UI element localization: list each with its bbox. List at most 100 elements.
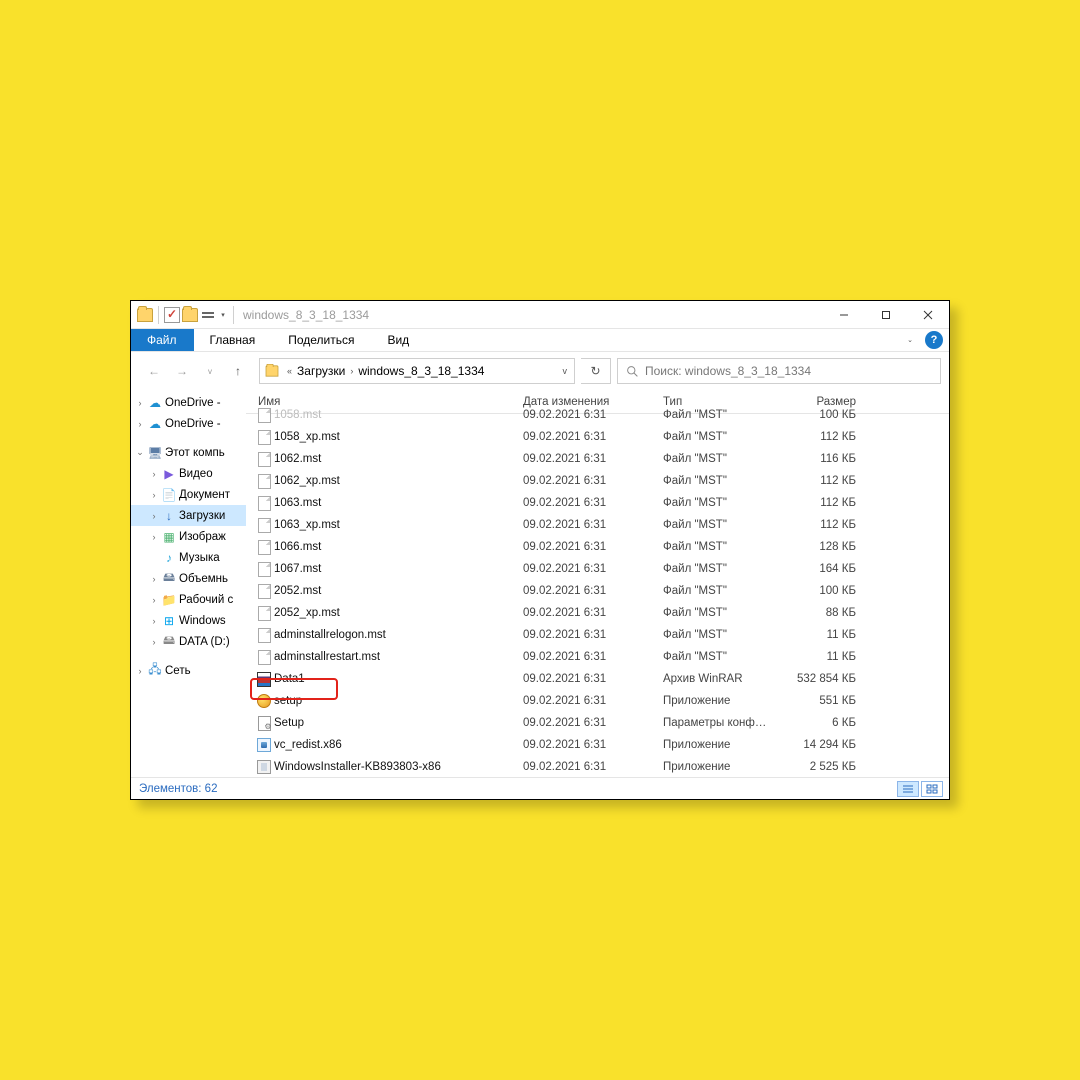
file-row[interactable]: 1062_xp.mst 09.02.2021 6:31 Файл "MST" 1… [246,470,949,492]
file-row[interactable]: 1066.mst 09.02.2021 6:31 Файл "MST" 128 … [246,536,949,558]
file-size: 2 525 КБ [771,761,856,773]
file-date: 09.02.2021 6:31 [511,739,651,751]
file-row[interactable]: 2052_xp.mst 09.02.2021 6:31 Файл "MST" 8… [246,602,949,624]
file-type: Файл "MST" [651,629,771,641]
expand-icon[interactable]: › [149,637,159,647]
tree-item[interactable]: › 📁 Рабочий с [131,589,246,610]
item-count: Элементов: 62 [139,783,217,795]
file-icon [254,694,274,708]
tree-item[interactable]: › 🖴 Объемнь [131,568,246,589]
file-date: 09.02.2021 6:31 [511,541,651,553]
expand-icon[interactable]: › [149,490,159,500]
expand-icon[interactable]: ⌄ [135,447,145,458]
file-type: Файл "MST" [651,541,771,553]
win-icon: ⊞ [161,613,177,629]
tree-item[interactable]: › ↓ Загрузки [131,505,246,526]
tree-item[interactable]: › 🖧 Сеть [131,660,246,681]
expand-icon[interactable]: › [135,398,145,408]
maximize-button[interactable] [865,301,907,328]
file-icon [254,738,274,752]
tree-item[interactable]: › 🖴 DATA (D:) [131,631,246,652]
search-placeholder: Поиск: windows_8_3_18_1334 [645,364,811,378]
file-size: 88 КБ [771,607,856,619]
file-row[interactable]: 1058.mst 09.02.2021 6:31 Файл "MST" 100 … [246,404,949,426]
file-size: 100 КБ [771,585,856,597]
file-row[interactable]: vc_redist.x86 09.02.2021 6:31 Приложение… [246,734,949,756]
file-row[interactable]: 1067.mst 09.02.2021 6:31 Файл "MST" 164 … [246,558,949,580]
tree-item[interactable]: › ▶ Видео [131,463,246,484]
file-row[interactable]: 1063.mst 09.02.2021 6:31 Файл "MST" 112 … [246,492,949,514]
tab-home[interactable]: Главная [194,329,273,351]
tab-share[interactable]: Поделиться [272,329,371,351]
file-icon [254,628,274,643]
file-type: Файл "MST" [651,475,771,487]
minimize-button[interactable] [823,301,865,328]
customize-icon[interactable] [200,308,216,322]
file-name: 1063_xp.mst [274,519,511,531]
expand-icon[interactable]: › [135,419,145,429]
breadcrumb-seg[interactable]: windows_8_3_18_1334 [356,364,486,378]
search-input[interactable]: Поиск: windows_8_3_18_1334 [617,358,941,384]
expand-icon[interactable]: › [149,595,159,605]
ribbon-collapse-icon[interactable]: ⌄ [905,336,915,344]
refresh-button[interactable]: ↻ [581,358,611,384]
file-row[interactable]: 1063_xp.mst 09.02.2021 6:31 Файл "MST" 1… [246,514,949,536]
tree-item[interactable]: › ☁ OneDrive - [131,413,246,434]
tab-view[interactable]: Вид [371,329,426,351]
file-type: Файл "MST" [651,563,771,575]
file-row[interactable]: setup 09.02.2021 6:31 Приложение 551 КБ [246,690,949,712]
tab-file[interactable]: Файл [131,329,194,351]
tree-item[interactable]: › ▦ Изображ [131,526,246,547]
view-details-button[interactable] [897,781,919,797]
file-row[interactable]: adminstallrelogon.mst 09.02.2021 6:31 Фа… [246,624,949,646]
expand-icon[interactable]: › [149,616,159,626]
tree-item[interactable]: › ⊞ Windows [131,610,246,631]
breadcrumb-overflow[interactable]: « [284,366,295,376]
tree-item[interactable]: › 📄 Документ [131,484,246,505]
file-row[interactable]: 1058_xp.mst 09.02.2021 6:31 Файл "MST" 1… [246,426,949,448]
separator [158,306,159,324]
nav-bar: ← → v ↑ « Загрузки › windows_8_3_18_1334… [131,352,949,390]
properties-icon[interactable] [164,307,180,323]
file-row[interactable]: Setup 09.02.2021 6:31 Параметры конф… 6 … [246,712,949,734]
file-row[interactable]: 1062.mst 09.02.2021 6:31 Файл "MST" 116 … [246,448,949,470]
file-icon [254,540,274,555]
breadcrumb-seg[interactable]: Загрузки [295,364,347,378]
help-button[interactable]: ? [925,331,943,349]
file-type: Файл "MST" [651,519,771,531]
view-large-button[interactable] [921,781,943,797]
chevron-down-icon[interactable]: v [560,366,571,376]
file-date: 09.02.2021 6:31 [511,409,651,421]
chevron-down-icon[interactable]: ▾ [218,311,228,319]
folder-icon[interactable] [137,308,153,322]
file-date: 09.02.2021 6:31 [511,497,651,509]
forward-button[interactable]: → [173,362,191,380]
expand-icon[interactable]: › [149,532,159,542]
tree-item[interactable]: ♪ Музыка [131,547,246,568]
file-type: Архив WinRAR [651,673,771,685]
file-row[interactable]: WindowsInstaller-KB893803-x86 09.02.2021… [246,756,949,777]
chevron-right-icon[interactable]: › [347,366,356,376]
file-icon [254,430,274,445]
up-button[interactable]: ↑ [229,362,247,380]
tree-item[interactable]: › ☁ OneDrive - [131,392,246,413]
file-date: 09.02.2021 6:31 [511,695,651,707]
content-pane: Имя Дата изменения Тип Размер 1058.mst 0… [246,390,949,777]
recent-dropdown[interactable]: v [201,362,219,380]
nav-tree[interactable]: › ☁ OneDrive -› ☁ OneDrive - ⌄ 🖥 Этот ком… [131,390,246,777]
expand-icon[interactable]: › [149,574,159,584]
file-row[interactable]: Data1 09.02.2021 6:31 Архив WinRAR 532 8… [246,668,949,690]
expand-icon[interactable]: › [149,469,159,479]
file-list[interactable]: 1058.mst 09.02.2021 6:31 Файл "MST" 100 … [246,404,949,777]
file-type: Файл "MST" [651,497,771,509]
tree-item[interactable]: ⌄ 🖥 Этот компь [131,442,246,463]
address-bar[interactable]: « Загрузки › windows_8_3_18_1334 v [259,358,575,384]
file-row[interactable]: 2052.mst 09.02.2021 6:31 Файл "MST" 100 … [246,580,949,602]
folder-icon[interactable] [182,308,198,322]
file-type: Файл "MST" [651,585,771,597]
back-button[interactable]: ← [145,362,163,380]
file-row[interactable]: adminstallrestart.mst 09.02.2021 6:31 Фа… [246,646,949,668]
expand-icon[interactable]: › [149,511,159,521]
close-button[interactable] [907,301,949,328]
expand-icon[interactable]: › [135,666,145,676]
